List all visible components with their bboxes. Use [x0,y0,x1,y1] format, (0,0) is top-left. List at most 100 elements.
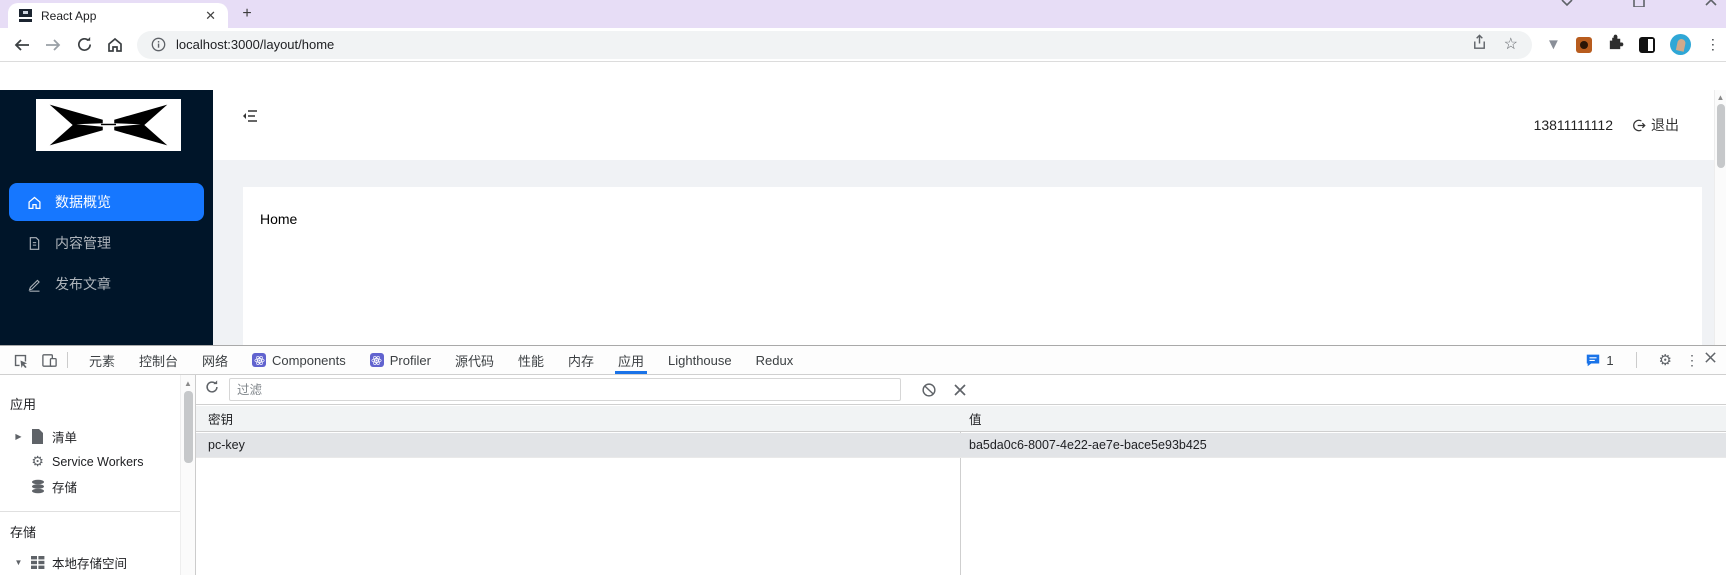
home-icon[interactable] [106,36,124,54]
settings-gear-icon[interactable]: ⚙ [1659,351,1672,369]
tab-profiler[interactable]: Profiler [358,346,443,374]
storage-filter-bar [196,375,1726,405]
logout-label: 退出 [1651,117,1679,133]
scroll-up-icon[interactable]: ▲ [1715,90,1726,102]
inspect-element-icon[interactable] [12,352,29,369]
devtools-tabs: 元素 控制台 网络 Components Profiler 源代码 性能 内存 … [77,346,805,374]
section-storage: 存储 [10,525,37,540]
app-logo [36,99,181,151]
column-header-value[interactable]: 值 [960,409,1726,428]
tree-label: 本地存储空间 [52,557,128,571]
tab-close-icon[interactable]: ✕ [203,8,218,24]
tree-label: 清单 [52,431,78,445]
tree-item-manifest[interactable]: ▶ 清单 [0,424,180,449]
tab-application[interactable]: 应用 [606,346,656,374]
tab-memory[interactable]: 内存 [556,346,606,374]
bookmark-star-icon[interactable]: ☆ [1504,36,1518,53]
maximize-icon[interactable] [1632,0,1646,7]
tab-label: 应用 [618,353,645,369]
react-icon [252,353,267,367]
user-phone: 13811111112 [1533,117,1613,133]
app-sidebar: 数据概览 内容管理 发布文章 [0,90,213,345]
window-controls[interactable] [1560,0,1718,7]
devtools-menu-icon[interactable]: ⋮ [1685,353,1699,367]
browser-menu-icon[interactable]: ⋮ [1706,37,1720,51]
clear-icon[interactable] [953,383,967,397]
scrollbar-thumb[interactable] [1716,104,1725,168]
sidebar-item-content-management[interactable]: 内容管理 [9,224,204,262]
tab-components[interactable]: Components [240,346,358,374]
logout-icon [1633,119,1646,131]
file-icon [29,236,40,250]
tab-label: 性能 [517,353,544,369]
tab-label: Lighthouse [668,352,732,368]
tab-label: 网络 [202,353,229,369]
tab-performance[interactable]: 性能 [506,346,556,374]
page-title: Home [260,211,298,227]
logout-button[interactable]: 退出 [1631,115,1679,135]
devtools-close-icon[interactable] [1704,351,1717,369]
expand-arrow-icon[interactable]: ▶ [14,432,23,441]
collapse-arrow-icon[interactable]: ▼ [14,558,23,567]
tab-sources[interactable]: 源代码 [443,346,506,374]
tree-label: Service Workers [52,454,144,469]
extensions-puzzle-icon[interactable] [1607,34,1624,56]
manifest-file-icon [30,429,45,444]
block-icon[interactable] [921,382,937,398]
vue-devtools-icon[interactable]: ▼ [1546,36,1561,53]
toolbar-divider [1635,352,1637,368]
refresh-icon[interactable] [75,36,93,54]
tab-lighthouse[interactable]: Lighthouse [656,346,744,374]
application-sidebar: 应用 ▶ 清单 ⚙ Service Workers 存储 存储 ▼ 本地存储空间… [0,375,196,575]
tree-item-service-workers[interactable]: ⚙ Service Workers [0,449,180,474]
tab-label: 控制台 [139,353,179,369]
user-area: 13811111112 退出 [1534,90,1679,160]
tab-elements[interactable]: 元素 [77,346,127,374]
menu-fold-icon[interactable] [241,107,261,127]
tab-strip: React App ✕ + [0,0,1726,28]
forward-icon[interactable] [44,36,62,54]
profile-avatar[interactable] [1669,34,1691,55]
browser-tab[interactable]: React App ✕ [8,3,228,28]
cell-value[interactable]: ba5da0c6-8007-4e22-ae7e-bace5e93b425 [960,438,1726,452]
orange-extension-icon[interactable] [1575,36,1592,53]
tree-item-local-storage[interactable]: ▼ 本地存储空间 [0,550,180,575]
sidebar-item-data-overview[interactable]: 数据概览 [9,183,204,221]
tab-console[interactable]: 控制台 [127,346,190,374]
menu-label: 数据概览 [55,194,111,210]
cell-key[interactable]: pc-key [196,438,960,452]
tab-label: Components [272,352,346,368]
table-row[interactable]: pc-key ba5da0c6-8007-4e22-ae7e-bace5e93b… [196,433,1726,458]
sidebar-menu: 数据概览 内容管理 发布文章 [0,183,213,306]
tab-redux[interactable]: Redux [744,346,806,374]
device-toolbar-icon[interactable] [41,352,58,369]
page-scrollbar[interactable]: ▲ [1714,90,1726,345]
share-icon[interactable] [1471,33,1488,56]
menu-label: 内容管理 [55,235,111,251]
chevron-up-icon[interactable] [1704,0,1718,7]
scrollbar-thumb[interactable] [183,391,193,463]
sidebar-item-publish-article[interactable]: 发布文章 [9,265,204,303]
console-messages-button[interactable]: 1 [1585,352,1614,368]
chevron-down-icon[interactable] [1560,0,1574,7]
content-card: Home [243,187,1702,345]
address-bar[interactable]: localhost:3000/layout/home ☆ [137,30,1532,59]
page-info-icon[interactable] [151,37,166,52]
url-text[interactable]: localhost:3000/layout/home [176,37,1455,52]
new-tab-button[interactable]: + [237,4,257,24]
sidepanel-extension-icon[interactable] [1638,36,1655,53]
devtools-panel: 元素 控制台 网络 Components Profiler 源代码 性能 内存 … [0,345,1726,576]
back-icon[interactable] [13,36,31,54]
filter-input[interactable] [229,378,901,401]
refresh-storage-icon[interactable] [204,379,220,400]
sidebar-scrollbar[interactable]: ▲ [180,375,195,575]
tab-label: Redux [755,352,794,368]
column-header-key[interactable]: 密钥 [196,409,960,428]
scroll-up-icon[interactable]: ▲ [181,375,195,388]
local-storage-grid-icon [30,556,45,569]
tab-label: 元素 [89,353,116,369]
page-viewport: 数据概览 内容管理 发布文章 13811111112 退出 Home ▲ [0,62,1726,345]
app-content: Home [213,160,1726,345]
tab-network[interactable]: 网络 [190,346,240,374]
tree-item-storage[interactable]: 存储 [0,474,180,499]
